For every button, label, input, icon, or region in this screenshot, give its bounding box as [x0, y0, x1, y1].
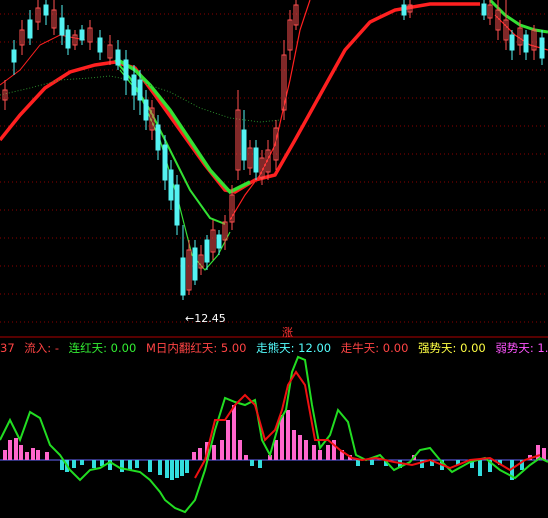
- indicator-bar: [244, 455, 248, 460]
- indicator-bar: [220, 440, 224, 460]
- indicator-bar: [72, 460, 76, 468]
- indicator-bar: [175, 460, 179, 478]
- indicator-bar: [80, 460, 84, 465]
- indicator-bar: [3, 450, 7, 460]
- indicator-bar: [258, 460, 262, 468]
- indicator-bar: [19, 445, 23, 460]
- indicator-bar: [286, 410, 290, 460]
- indicator-bar: [238, 440, 242, 460]
- indicator-bar: [180, 460, 184, 476]
- indicator-bar: [292, 430, 296, 460]
- indicator-bar: [326, 445, 330, 460]
- indicator-bar: [158, 460, 162, 475]
- indicator-bar: [14, 438, 18, 460]
- indicator-bar: [318, 450, 322, 460]
- indicator-bar: [226, 420, 230, 460]
- indicator-green-line: [0, 355, 548, 514]
- indicator-bar: [356, 460, 360, 466]
- indicator-chart[interactable]: [0, 0, 548, 518]
- indicator-bar: [298, 435, 302, 460]
- indicator-bar: [478, 460, 482, 476]
- indicator-bar: [370, 460, 374, 465]
- indicator-bar: [304, 440, 308, 460]
- indicator-bar: [232, 405, 236, 460]
- indicator-bar: [165, 460, 169, 478]
- indicator-bar: [36, 450, 40, 460]
- indicator-bar: [212, 445, 216, 460]
- indicator-bar: [148, 460, 152, 472]
- indicator-bar: [31, 448, 35, 460]
- indicator-bar: [8, 440, 12, 460]
- indicator-bar: [185, 460, 189, 473]
- indicator-bar: [128, 460, 132, 470]
- stock-chart-window: ←12.45 涨 37 流入: - 连红天: 0.00 M日内翻红天: 5.00…: [0, 0, 548, 518]
- indicator-bar: [25, 452, 29, 460]
- indicator-bar: [135, 460, 139, 468]
- indicator-bar: [280, 415, 284, 460]
- indicator-bar: [45, 452, 49, 460]
- indicator-bar: [170, 460, 174, 480]
- indicator-bar: [274, 440, 278, 460]
- indicator-bar: [92, 460, 96, 468]
- indicator-bar: [312, 445, 316, 460]
- indicator-bar: [192, 452, 196, 460]
- indicator-bar: [250, 460, 254, 466]
- indicator-bar: [198, 448, 202, 460]
- indicator-bar: [120, 460, 124, 472]
